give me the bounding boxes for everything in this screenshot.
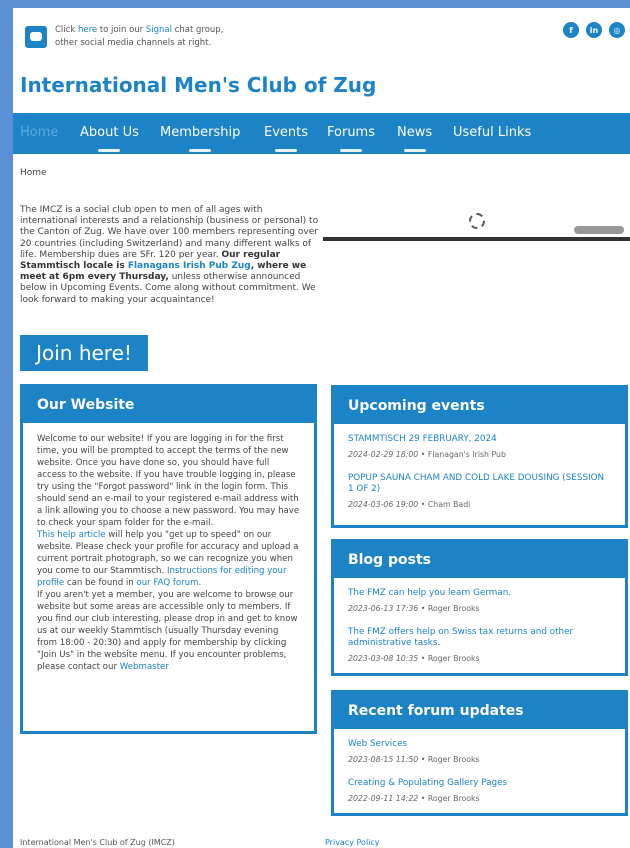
loading-spinner-icon	[469, 213, 485, 229]
forum-topic-date: 2022-09-11 14:22	[348, 794, 419, 803]
nav-dropdown-indicator	[340, 149, 362, 152]
site-title[interactable]: International Men's Club of Zug	[20, 73, 376, 97]
nav-home[interactable]: Home	[20, 125, 58, 140]
footer-copyright: International Men's Club of Zug (IMCZ)	[20, 838, 175, 847]
website-paragraph-3: If you aren't yet a member, you are welc…	[37, 590, 298, 672]
flanagans-link[interactable]: Flanagans Irish Pub Zug	[128, 261, 251, 271]
help-article-link[interactable]: This help article	[37, 530, 106, 540]
event-meta: 2024-03-06 19:00 • Cham Badi	[348, 500, 471, 509]
panel-body: The FMZ can help you learn German. 2023-…	[334, 578, 625, 687]
event-link[interactable]: POPUP SAUNA CHAM AND COLD LAKE DOUSING (…	[348, 473, 611, 495]
forum-topic-meta: 2023-08-15 11:50 • Roger Brooks	[348, 755, 480, 764]
panel-body: Welcome to our website! If you are loggi…	[23, 423, 314, 683]
forum-topic-author: Roger Brooks	[427, 794, 480, 803]
nav-useful-links[interactable]: Useful Links	[453, 125, 531, 140]
forum-updates-panel: Recent forum updates Web Services 2023-0…	[331, 690, 628, 816]
event-date: 2024-02-29 18:00	[348, 450, 419, 459]
event-meta: 2024-02-29 18:00 • Flanagan's Irish Pub	[348, 450, 506, 459]
blog-post-meta: 2023-06-13 17:36 • Roger Brooks	[348, 604, 480, 613]
nav-membership[interactable]: Membership	[160, 125, 241, 152]
topbar-text-2: to join our	[97, 25, 146, 35]
panel-title: Recent forum updates	[334, 693, 625, 729]
panel-title: Upcoming events	[334, 388, 625, 424]
instagram-icon[interactable]: ◎	[609, 22, 625, 38]
slideshow-bar	[323, 237, 630, 241]
event-date: 2024-03-06 19:00	[348, 500, 419, 509]
nav-news-label: News	[397, 125, 433, 140]
website-text-4: .	[198, 578, 202, 588]
forum-topic-author: Roger Brooks	[427, 755, 480, 764]
panel-body: Web Services 2023-08-15 11:50 • Roger Br…	[334, 729, 625, 827]
blog-post-date: 2023-06-13 17:36	[348, 604, 419, 613]
blog-post-meta: 2023-03-08 10:35 • Roger Brooks	[348, 654, 480, 663]
nav-dropdown-indicator	[189, 149, 212, 152]
chat-icon[interactable]	[25, 26, 47, 48]
nav-forums-label: Forums	[327, 125, 375, 140]
topbar-text-1: Click	[55, 25, 78, 35]
linkedin-icon[interactable]: in	[586, 22, 602, 38]
signal-link[interactable]: Signal	[146, 25, 172, 35]
top-bar: Click here to join our Signal chat group…	[25, 22, 625, 52]
nav-dropdown-indicator	[275, 149, 297, 152]
join-here-link[interactable]: here	[78, 25, 97, 35]
panel-title: Blog posts	[334, 542, 625, 578]
breadcrumb: Home	[20, 168, 47, 178]
forum-topic-meta: 2022-09-11 14:22 • Roger Brooks	[348, 794, 480, 803]
nav-useful-links-label: Useful Links	[453, 125, 532, 140]
our-website-panel: Our Website Welcome to our website! If y…	[20, 384, 317, 734]
upcoming-events-panel: Upcoming events STAMMTISCH 29 FEBRUARY, …	[331, 385, 628, 528]
nav-forums[interactable]: Forums	[327, 125, 375, 152]
social-links: f in ◎	[563, 22, 625, 38]
join-here-button[interactable]: Join here!	[20, 335, 148, 371]
privacy-policy-link[interactable]: Privacy Policy	[325, 838, 380, 847]
facebook-icon[interactable]: f	[563, 22, 579, 38]
slideshow-dots[interactable]	[574, 226, 624, 234]
nav-events[interactable]: Events	[264, 125, 309, 152]
topbar-text: Click here to join our Signal chat group…	[55, 24, 223, 50]
nav-dropdown-indicator	[403, 149, 426, 152]
nav-news[interactable]: News	[397, 125, 433, 152]
nav-home-label: Home	[20, 125, 59, 140]
forum-topic-date: 2023-08-15 11:50	[348, 755, 419, 764]
event-place: Cham Badi	[427, 500, 471, 509]
webmaster-link[interactable]: Webmaster	[120, 662, 169, 672]
website-text-3: can be found in	[64, 578, 137, 588]
panel-title: Our Website	[23, 387, 314, 423]
blog-post-link[interactable]: The FMZ can help you learn German.	[348, 588, 611, 599]
faq-forum-link[interactable]: our FAQ forum	[136, 578, 198, 588]
nav-events-label: Events	[264, 125, 309, 140]
website-paragraph-1: Welcome to our website! If you are loggi…	[37, 434, 300, 528]
panel-body: STAMMTISCH 29 FEBRUARY, 2024 2024-02-29 …	[334, 424, 625, 533]
topbar-text-4: other social media channels at right.	[55, 38, 212, 48]
blog-posts-panel: Blog posts The FMZ can help you learn Ge…	[331, 539, 628, 676]
topbar-text-3: chat group,	[171, 25, 224, 35]
nav-dropdown-indicator	[98, 149, 121, 152]
blog-post-author: Roger Brooks	[427, 604, 480, 613]
blog-post-link[interactable]: The FMZ offers help on Swiss tax returns…	[348, 627, 611, 649]
nav-about-us[interactable]: About Us	[80, 125, 139, 152]
event-place: Flanagan's Irish Pub	[427, 450, 506, 459]
slideshow[interactable]	[323, 205, 630, 241]
blog-post-date: 2023-03-08 10:35	[348, 654, 419, 663]
event-link[interactable]: STAMMTISCH 29 FEBRUARY, 2024	[348, 434, 611, 445]
blog-post-author: Roger Brooks	[427, 654, 480, 663]
nav-about-label: About Us	[80, 125, 139, 140]
main-nav: Home About Us Membership Events Forums N…	[13, 113, 630, 154]
forum-topic-link[interactable]: Creating & Populating Gallery Pages	[348, 778, 611, 789]
intro-text: The IMCZ is a social club open to men of…	[20, 205, 320, 306]
nav-membership-label: Membership	[160, 125, 241, 140]
forum-topic-link[interactable]: Web Services	[348, 739, 611, 750]
